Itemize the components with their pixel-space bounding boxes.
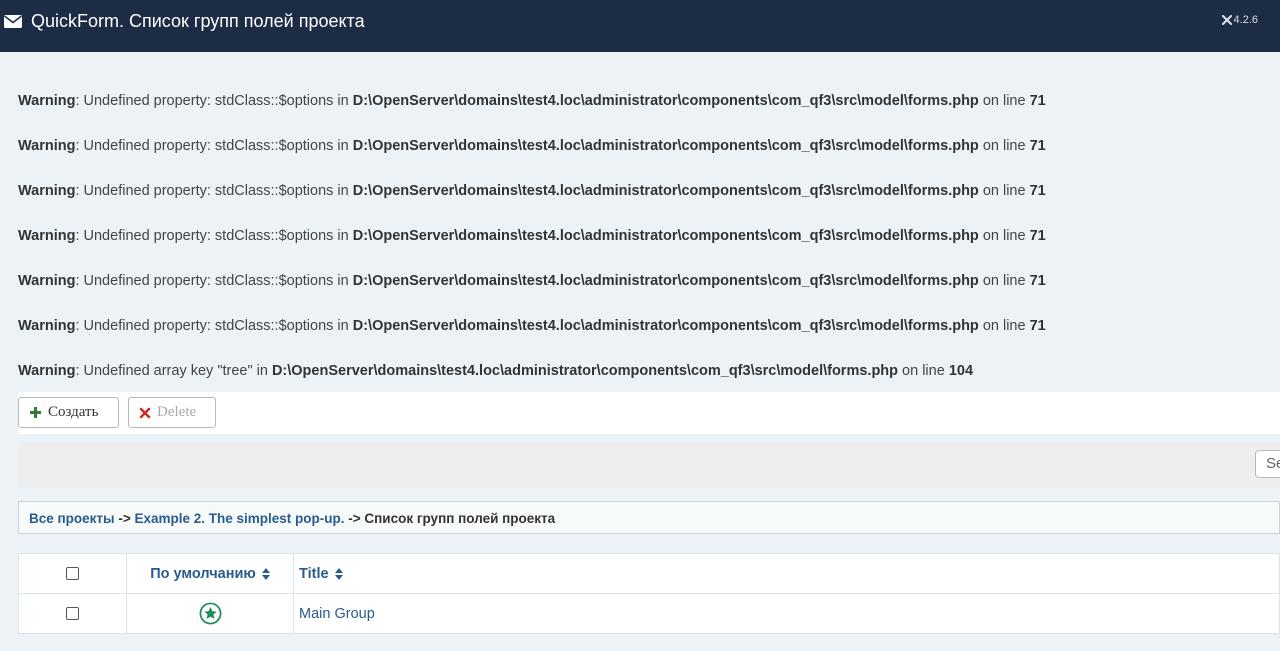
sort-icon xyxy=(261,567,270,580)
top-bar: QuickForm. Список групп полей проекта 4.… xyxy=(0,0,1280,52)
row-title-cell: Main Group xyxy=(293,593,1280,634)
groups-table: По умолчанию Title Main Group xyxy=(18,553,1280,634)
breadcrumb: Все проекты -> Example 2. The simplest p… xyxy=(18,501,1280,534)
column-header-title[interactable]: Title xyxy=(293,553,1280,594)
joomla-icon xyxy=(1221,15,1232,25)
column-header-default[interactable]: По умолчанию xyxy=(126,553,294,594)
table-header-row: По умолчанию Title xyxy=(18,553,1280,594)
toolbar: Создать Delete xyxy=(18,392,1280,434)
envelope-icon xyxy=(4,14,22,28)
select-all-checkbox[interactable] xyxy=(66,567,79,581)
warning-message: Warning: Undefined property: stdClass::$… xyxy=(18,318,1046,334)
create-button[interactable]: Создать xyxy=(18,397,119,428)
row-select-cell xyxy=(18,593,127,634)
warnings-list: Warning: Undefined property: stdClass::$… xyxy=(18,90,1268,405)
breadcrumb-project[interactable]: Example 2. The simplest pop-up. xyxy=(134,511,344,526)
warning-message: Warning: Undefined property: stdClass::$… xyxy=(18,228,1046,244)
breadcrumb-separator: -> xyxy=(114,511,135,526)
version-label: 4.2.6 xyxy=(1233,14,1258,26)
row-title-link[interactable]: Main Group xyxy=(299,606,375,622)
warning-message: Warning: Undefined property: stdClass::$… xyxy=(18,183,1046,199)
row-checkbox[interactable] xyxy=(66,606,79,620)
sort-icon xyxy=(334,567,343,580)
search-input[interactable]: Se xyxy=(1255,450,1280,478)
select-all-cell xyxy=(18,553,127,594)
table-row: Main Group xyxy=(18,593,1280,634)
version-info: 4.2.6 xyxy=(1221,14,1258,26)
row-default-cell xyxy=(126,593,294,634)
plus-icon xyxy=(30,407,41,418)
delete-button-label: Delete xyxy=(157,404,197,420)
warning-message: Warning: Undefined property: stdClass::$… xyxy=(18,273,1046,289)
breadcrumb-all-projects[interactable]: Все проекты xyxy=(29,511,115,526)
page-title: QuickForm. Список групп полей проекта xyxy=(31,10,365,31)
breadcrumb-separator: -> xyxy=(344,511,365,526)
delete-button[interactable]: Delete xyxy=(128,397,216,428)
warning-message: Warning: Undefined property: stdClass::$… xyxy=(18,93,1046,109)
star-icon[interactable] xyxy=(199,602,222,625)
close-icon xyxy=(139,407,151,418)
warning-message: Warning: Undefined property: stdClass::$… xyxy=(18,138,1046,154)
column-title-label: Title xyxy=(299,565,329,582)
column-default-label: По умолчанию xyxy=(150,565,256,582)
create-button-label: Создать xyxy=(48,404,99,420)
breadcrumb-current: Список групп полей проекта xyxy=(364,511,556,526)
page-header: QuickForm. Список групп полей проекта xyxy=(4,10,365,32)
filter-bar: Se xyxy=(18,443,1280,488)
